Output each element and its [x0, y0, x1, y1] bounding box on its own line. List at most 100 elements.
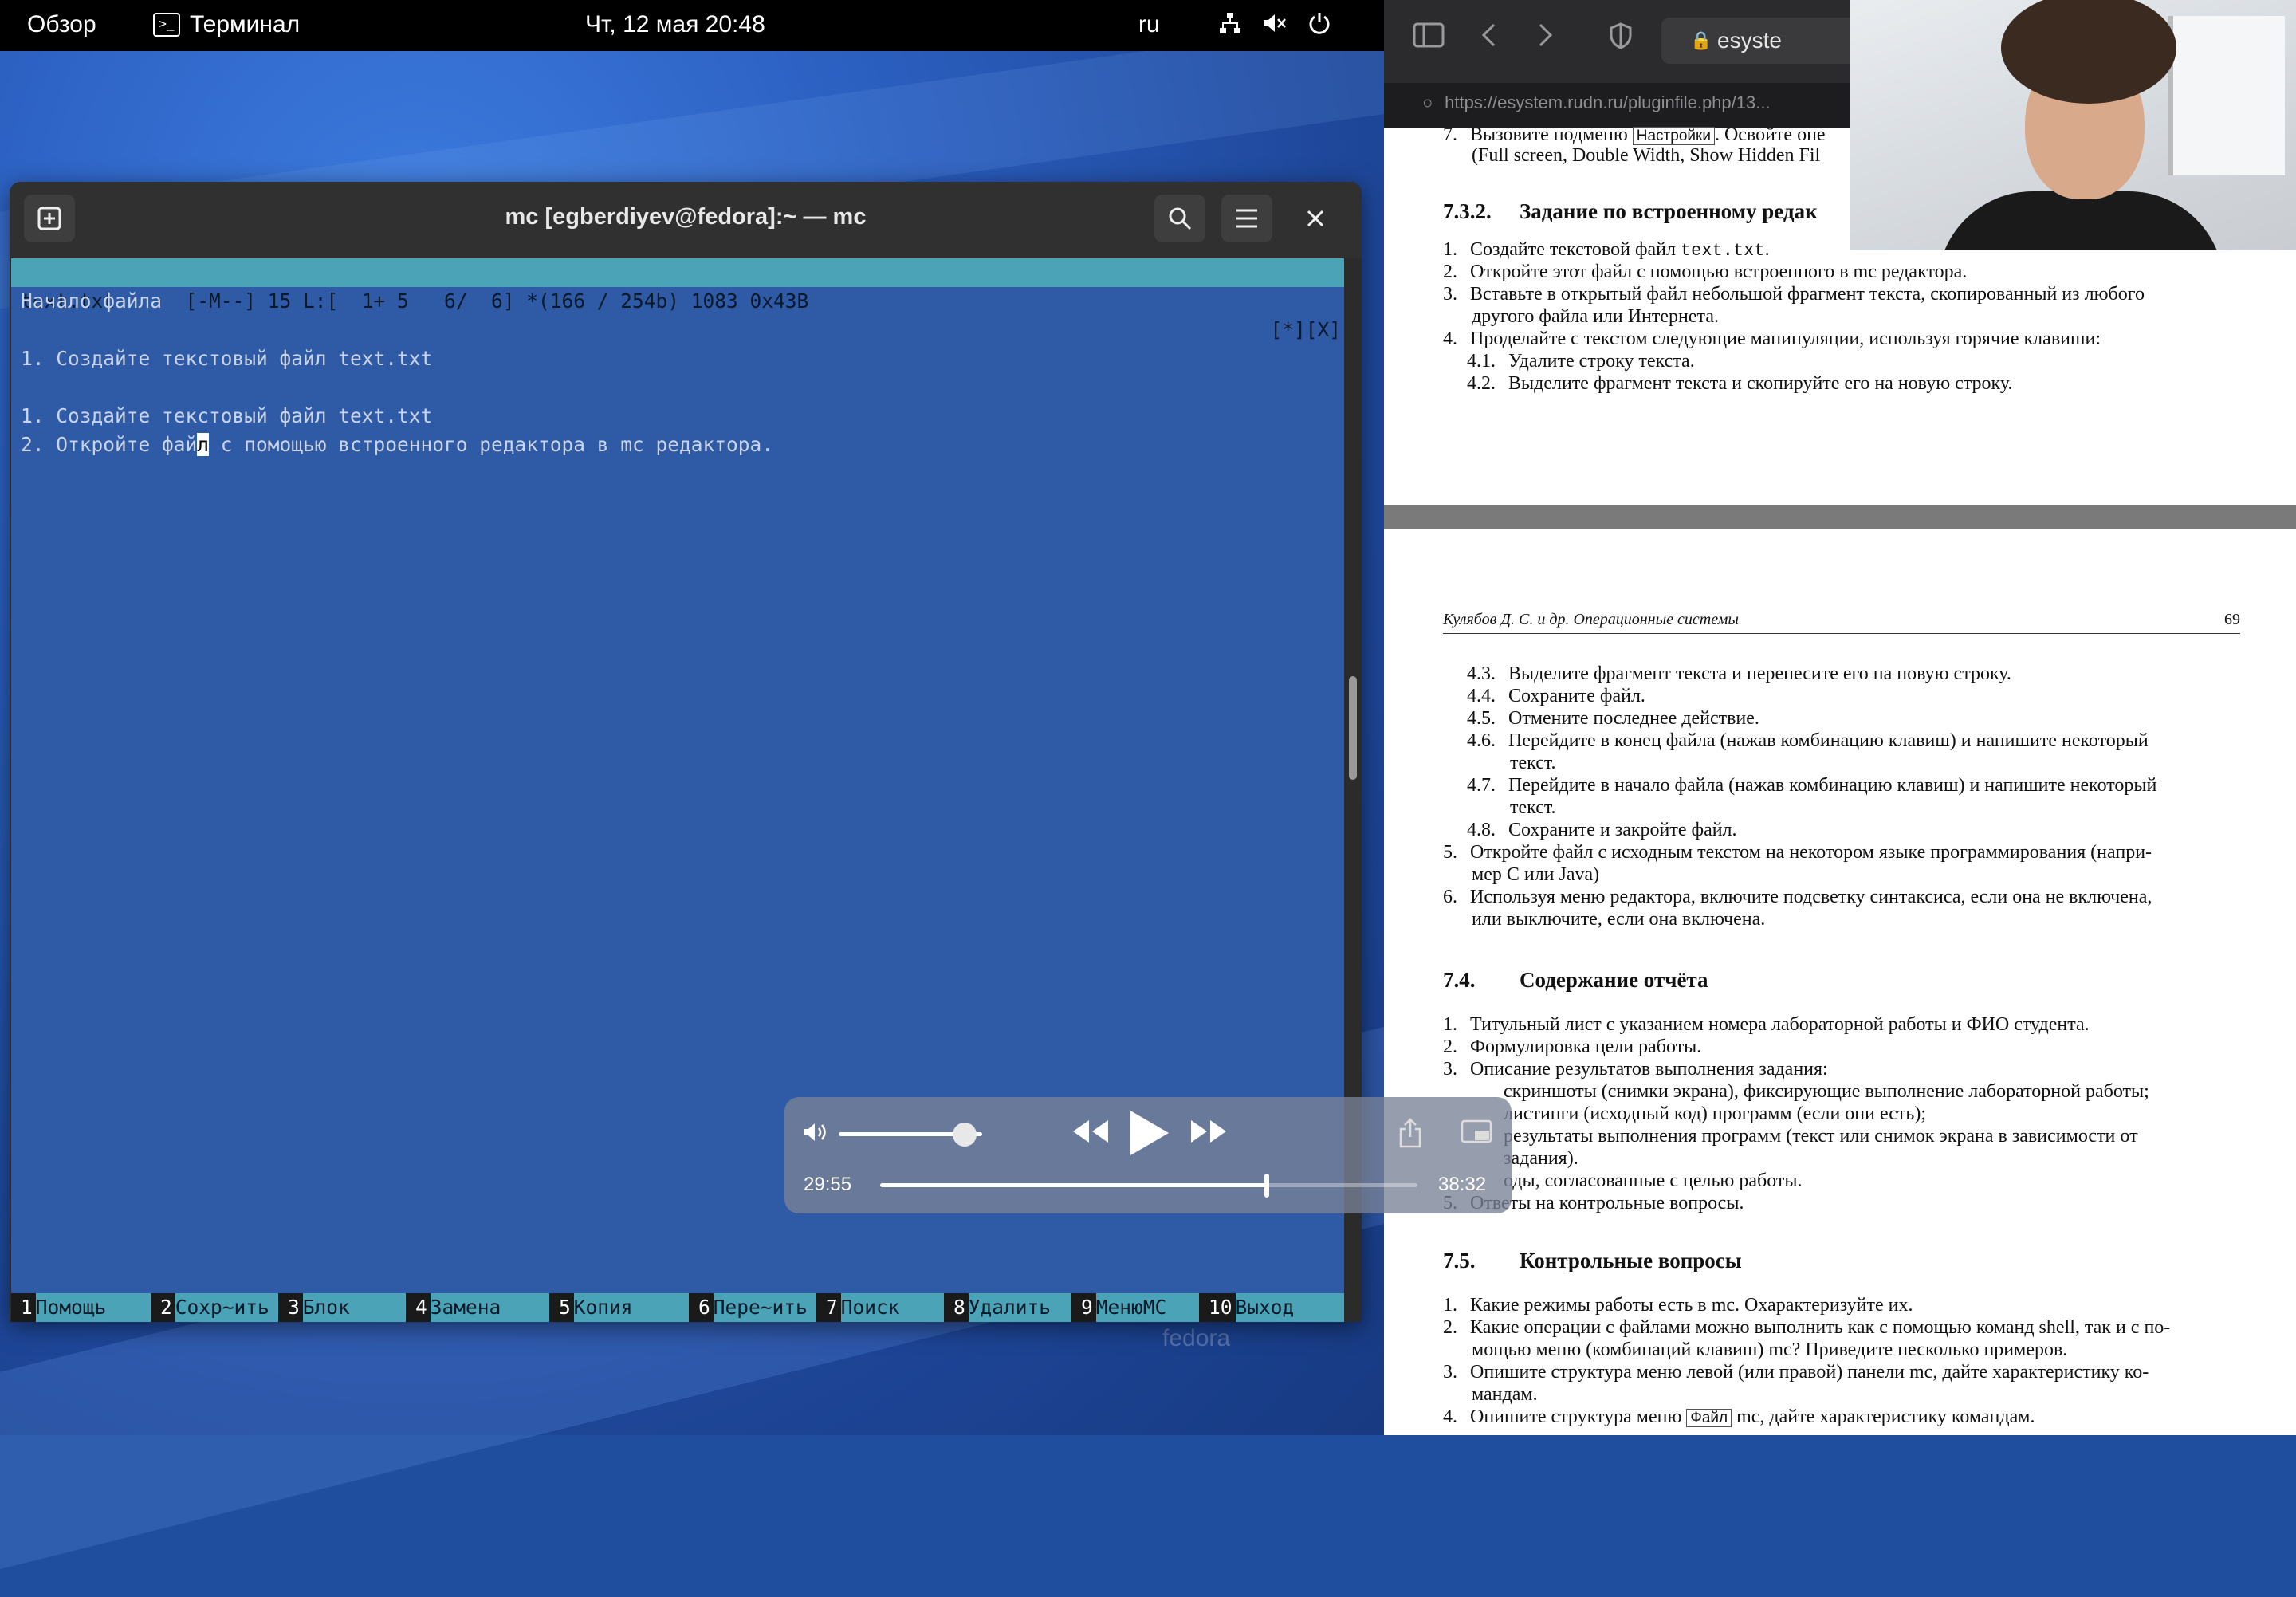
- terminal-icon: >_: [153, 13, 180, 37]
- webcam-overlay: [1850, 0, 2296, 250]
- list-subitem: 4.4. Сохраните файл.: [1467, 686, 1645, 706]
- webcam-person-hair: [2001, 0, 2176, 104]
- section-heading: 7.4. Содержание отчёта: [1443, 968, 1708, 992]
- fkey-delete[interactable]: 8 Удалить: [944, 1293, 1071, 1322]
- list-item: 2. Формулировка цели работы.: [1443, 1036, 1702, 1057]
- volume-icon[interactable]: [802, 1121, 829, 1149]
- section-heading: 7.3.2. Задание по встроенному редак: [1443, 199, 1818, 223]
- editor-window-buttons[interactable]: [*][X]: [1270, 316, 1341, 344]
- volume-muted-icon[interactable]: [1261, 11, 1287, 41]
- rewind-icon[interactable]: [1071, 1118, 1110, 1153]
- list-subitem: результаты выполнения программ (текст ил…: [1504, 1126, 2138, 1147]
- clock[interactable]: Чт, 12 мая 20:48: [585, 11, 765, 38]
- list-subitem: 4.1. Удалите строку текста.: [1467, 351, 1695, 372]
- list-subitem: 4.7. Перейдите в начало файла (нажав комб…: [1467, 775, 2157, 796]
- webcam-background-window: [2168, 16, 2285, 175]
- close-button[interactable]: [1290, 195, 1341, 242]
- fkey-help[interactable]: 1 Помощь: [11, 1293, 151, 1322]
- editor-text: 2. Откройте фай: [21, 433, 198, 456]
- privacy-shield-icon[interactable]: [1609, 22, 1633, 57]
- fkey-menu[interactable]: 9 МенюМС: [1071, 1293, 1199, 1322]
- forward-icon[interactable]: [1535, 22, 1555, 55]
- editor-text: с помощью встроенного редактора в mc ред…: [209, 433, 774, 456]
- page-separator: [1384, 505, 2296, 529]
- list-item: 3. Опишите структура меню левой (или прав…: [1443, 1362, 2149, 1383]
- list-item-cont: мощью меню (комбинаций клавиш) mc? Приве…: [1472, 1339, 2068, 1360]
- list-item-cont: текст.: [1510, 797, 1556, 818]
- function-key-bar: 1 Помощь 2 Сохр~ить 3 Блок 4 Замена 5 Копия 6…: [11, 1293, 1344, 1322]
- list-item-cont: текст.: [1510, 753, 1556, 773]
- list-item: 3. Описание результатов выполнения задани…: [1443, 1059, 1828, 1080]
- editor-status-line: text.txt [-M--] 15 L:[ 1+ 5 6/ 6] *(166 …: [11, 258, 1344, 341]
- browser-tab[interactable]: ○ https://esystem.rudn.ru/pluginfile.php…: [1422, 92, 1771, 113]
- back-icon[interactable]: [1480, 22, 1499, 55]
- list-item-cont: мер C или Java): [1472, 864, 1600, 885]
- remaining-time: 38:32: [1438, 1174, 1487, 1195]
- list-item: 2. Откройте этот файл с помощью встроенно…: [1443, 262, 1968, 282]
- media-player-controls: 29:55 38:32: [784, 1097, 1512, 1213]
- seek-bar-fill: [880, 1183, 1268, 1187]
- hamburger-menu-button[interactable]: [1221, 195, 1272, 242]
- menu-key: Файл: [1686, 1409, 1732, 1427]
- list-subitem: 4.8. Сохраните и закройте файл.: [1467, 820, 1737, 840]
- tab-title: https://esystem.rudn.ru/pluginfile.php/1…: [1445, 92, 1771, 112]
- address-text: esyste: [1717, 28, 1782, 53]
- fkey-replace[interactable]: 4 Замена: [406, 1293, 549, 1322]
- list-item-cont: задания).: [1504, 1148, 1578, 1169]
- scrollbar-thumb[interactable]: [1349, 676, 1357, 780]
- seek-bar[interactable]: [880, 1174, 1417, 1198]
- list-subitem: скриншоты (снимки экрана), фиксирующие в…: [1504, 1081, 2149, 1102]
- list-item: 3. Вставьте в открытый файл небольшой фра…: [1443, 284, 2145, 305]
- editor-line: 1. Создайте текстовый файл text.txt: [21, 347, 433, 370]
- app-menu-label: Терминал: [190, 11, 301, 37]
- section-heading: 7.5. Контрольные вопросы: [1443, 1249, 1742, 1272]
- webcam-person-body: [1937, 191, 2224, 250]
- search-button[interactable]: [1154, 195, 1205, 242]
- editor-line: Начало файла: [21, 289, 163, 313]
- tab-favicon-icon: ○: [1422, 92, 1433, 112]
- menu-key: Настройки: [1632, 127, 1715, 145]
- pdf-document: 7. Вызовите подменю Настройки. Освойте оп…: [1384, 124, 2296, 1435]
- fkey-exit[interactable]: 10 Выход: [1199, 1293, 1344, 1322]
- fkey-copy[interactable]: 5 Копия: [549, 1293, 689, 1322]
- text-cursor: л: [197, 433, 210, 456]
- activities-button[interactable]: Обзор: [27, 11, 96, 38]
- list-item: оды, согласованные с целью работы.: [1504, 1170, 1803, 1191]
- keyboard-layout-indicator[interactable]: ru: [1138, 11, 1160, 38]
- fedora-logo: fedora: [1162, 1325, 1231, 1351]
- terminal-header-bar: mc [egberdiyev@fedora]:~ — mc: [10, 182, 1362, 258]
- seek-bar-playhead[interactable]: [1264, 1174, 1270, 1198]
- list-item: 4. Проделайте с текстом следующие манипул…: [1443, 328, 2101, 349]
- list-item: 1. Титульный лист с указанием номера лабо…: [1443, 1014, 2090, 1035]
- search-icon: [1169, 207, 1192, 230]
- share-icon[interactable]: [1398, 1118, 1422, 1155]
- list-item: 1. Какие режимы работы есть в mc. Охаракт…: [1443, 1295, 1913, 1316]
- fkey-move[interactable]: 6 Пере~ить: [689, 1293, 816, 1322]
- list-subitem: 4.6. Перейдите в конец файла (нажав комби…: [1467, 730, 2149, 751]
- close-icon: [1307, 210, 1324, 227]
- editor-line-current: 2. Откройте файл с помощью встроенного р…: [21, 431, 773, 459]
- sidebar-toggle-icon[interactable]: [1413, 22, 1445, 55]
- list-item: 7. Вызовите подменю Настройки. Освойте оп…: [1443, 124, 1826, 145]
- app-menu[interactable]: >_ Терминал: [153, 11, 300, 38]
- picture-in-picture-icon[interactable]: [1461, 1119, 1492, 1151]
- editor-line: 1. Создайте текстовый файл text.txt: [21, 404, 433, 427]
- list-item-cont: другого файла или Интернета.: [1472, 306, 1719, 327]
- power-icon[interactable]: [1307, 11, 1331, 41]
- fkey-save[interactable]: 2 Сохр~ить: [151, 1293, 278, 1322]
- lock-icon: 🔒: [1690, 30, 1712, 50]
- list-item: 6. Используя меню редактора, включите под…: [1443, 887, 2152, 907]
- list-subitem: листинги (исходный код) программ (если о…: [1504, 1103, 1926, 1124]
- play-icon[interactable]: [1127, 1108, 1170, 1170]
- list-item: 1. Создайте текстовой файл text.txt.: [1443, 239, 1770, 261]
- network-icon[interactable]: [1218, 11, 1242, 41]
- volume-slider-knob[interactable]: [953, 1123, 977, 1147]
- list-item: 2. Какие операции с файлами можно выполни…: [1443, 1317, 2171, 1338]
- list-subitem: 4.3. Выделите фрагмент текста и перенесит…: [1467, 663, 2011, 684]
- list-subitem: 4.2. Выделите фрагмент текста и скопируйт…: [1467, 373, 2013, 394]
- page-number: 69: [2224, 611, 2240, 628]
- fast-forward-icon[interactable]: [1189, 1118, 1228, 1153]
- fkey-search[interactable]: 7 Поиск: [816, 1293, 944, 1322]
- list-item-cont: или выключите, если она включена.: [1472, 909, 1766, 930]
- fkey-block[interactable]: 3 Блок: [278, 1293, 406, 1322]
